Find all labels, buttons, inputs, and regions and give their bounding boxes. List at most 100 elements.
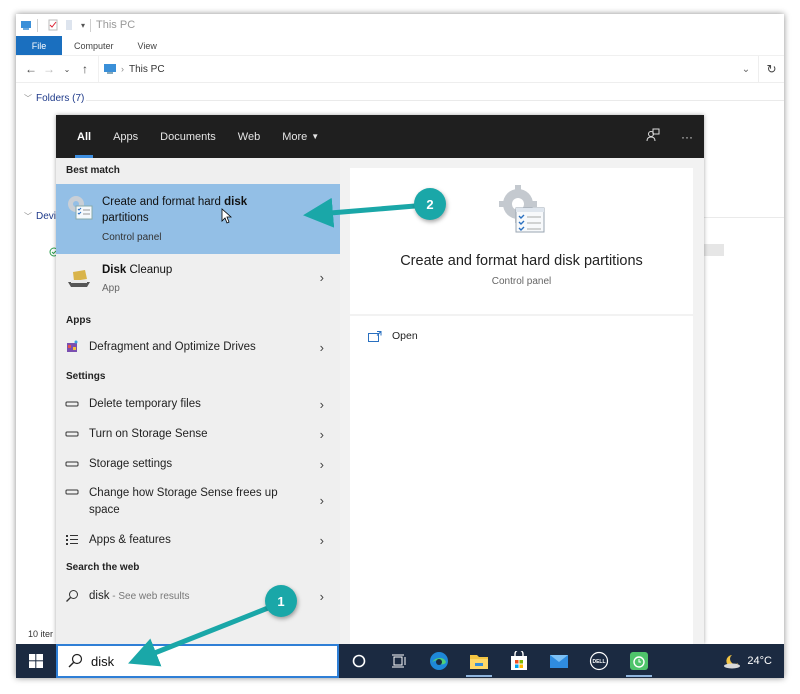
preview-title: Create and format hard disk partitions: [400, 253, 643, 269]
weather-moon-icon[interactable]: [723, 653, 741, 669]
search-filter-bar: All Apps Documents Web More ▼ ···: [56, 115, 704, 158]
feedback-icon[interactable]: [636, 128, 670, 145]
open-action[interactable]: Open: [368, 330, 418, 342]
group-header-folders[interactable]: ﹀ Folders (7): [24, 93, 84, 104]
title-text: partitions: [102, 212, 149, 224]
result-label: Apps & features: [89, 534, 171, 546]
best-match-result[interactable]: Create and format hard disk partitions Co…: [56, 184, 340, 254]
group-header-devices[interactable]: ﹀ Devi: [24, 211, 56, 222]
microsoft-store-taskbar-icon[interactable]: [499, 644, 539, 678]
control-panel-gear-icon: [499, 185, 545, 233]
tab-more[interactable]: More ▼: [271, 115, 330, 158]
result-defragment[interactable]: Defragment and Optimize Drives ›: [56, 335, 340, 359]
ribbon-tab-file[interactable]: File: [16, 36, 62, 55]
this-pc-icon: [104, 63, 116, 74]
dell-taskbar-icon[interactable]: DELL: [579, 644, 619, 678]
taskbar: DELL 24°C: [16, 644, 784, 678]
edge-icon: [430, 652, 448, 670]
chevron-right-icon[interactable]: ›: [320, 397, 324, 412]
breadcrumb-separator-icon: ›: [121, 64, 124, 74]
web-hint: - See web results: [109, 591, 190, 602]
drive-usage-bar: [704, 244, 724, 256]
group-label: Devi: [36, 211, 57, 222]
tab-label: Web: [237, 130, 261, 143]
refresh-icon[interactable]: ↻: [758, 56, 784, 82]
result-apps-features[interactable]: Apps & features ›: [56, 528, 340, 552]
alarms-clock-taskbar-icon[interactable]: [619, 644, 659, 678]
tab-label: Apps: [113, 130, 139, 143]
chevron-right-icon[interactable]: ›: [320, 457, 324, 472]
result-label: Change how Storage Sense frees up space: [89, 487, 278, 516]
tab-web[interactable]: Web: [227, 115, 271, 158]
section-best-match: Best match: [66, 165, 120, 176]
tab-all[interactable]: All: [66, 115, 102, 158]
forward-arrow-icon[interactable]: →: [40, 62, 58, 76]
ribbon-tab-view[interactable]: View: [126, 36, 169, 55]
result-change-storage-sense[interactable]: Change how Storage Sense frees up space …: [56, 482, 340, 520]
breadcrumb-this-pc[interactable]: This PC: [129, 64, 165, 75]
search-results-list: Best match Create and format hard disk pa…: [56, 158, 340, 644]
back-arrow-icon[interactable]: ←: [22, 62, 40, 76]
search-icon: [66, 590, 78, 602]
edge-taskbar-icon[interactable]: [419, 644, 459, 678]
more-options-icon[interactable]: ···: [670, 130, 704, 144]
defragment-icon: [67, 340, 78, 352]
section-apps: Apps: [66, 315, 91, 326]
result-web-search[interactable]: disk - See web results ›: [56, 584, 340, 608]
folder-icon: [470, 655, 488, 669]
alarm-clock-icon: [630, 652, 648, 670]
chevron-right-icon[interactable]: ›: [320, 493, 324, 508]
storage-drive-icon: [65, 489, 79, 495]
web-query: disk: [89, 590, 110, 602]
title-highlight: Disk: [102, 264, 127, 276]
storage-drive-icon: [65, 461, 79, 467]
mail-taskbar-icon[interactable]: [539, 644, 579, 678]
tab-label: More: [282, 130, 308, 143]
tab-label: All: [77, 130, 92, 143]
mouse-cursor-icon: [221, 208, 232, 224]
address-dropdown-icon[interactable]: ⌄: [734, 64, 758, 75]
apps-list-icon: [66, 535, 78, 545]
customize-qat-icon[interactable]: ▾: [81, 21, 85, 30]
open-icon: [368, 330, 382, 342]
properties-icon[interactable]: [47, 19, 59, 31]
cortana-button[interactable]: [339, 644, 379, 678]
weather-temperature[interactable]: 24°C: [747, 655, 772, 667]
result-delete-temporary-files[interactable]: Delete temporary files ›: [56, 392, 340, 416]
callout-step-2: 2: [414, 188, 446, 220]
search-box[interactable]: [56, 644, 339, 678]
address-input[interactable]: › This PC: [98, 56, 734, 82]
ribbon-tab-computer[interactable]: Computer: [62, 36, 126, 55]
this-pc-icon: [21, 21, 31, 30]
recent-locations-icon[interactable]: ⌄: [58, 65, 76, 74]
result-disk-cleanup[interactable]: Disk Cleanup App ›: [56, 256, 340, 304]
chevron-down-icon: ﹀: [24, 94, 32, 103]
system-tray: 24°C: [723, 653, 772, 669]
chevron-right-icon[interactable]: ›: [320, 589, 324, 604]
search-input[interactable]: [91, 653, 291, 669]
result-label: Storage settings: [89, 458, 173, 470]
best-match-title: Create and format hard disk partitions: [102, 194, 277, 226]
windows-logo-icon: [29, 654, 43, 668]
chevron-right-icon[interactable]: ›: [320, 270, 324, 285]
desktop: ▾ This PC File Computer View ← → ⌄ ↑ › T…: [0, 0, 800, 694]
result-label: disk - See web results: [89, 590, 190, 602]
up-arrow-icon[interactable]: ↑: [76, 62, 94, 76]
tab-apps[interactable]: Apps: [102, 115, 149, 158]
chevron-right-icon[interactable]: ›: [320, 533, 324, 548]
start-button[interactable]: [16, 644, 56, 678]
result-storage-settings[interactable]: Storage settings ›: [56, 452, 340, 476]
chevron-right-icon[interactable]: ›: [320, 340, 324, 355]
tab-documents[interactable]: Documents: [149, 115, 227, 158]
address-bar: ← → ⌄ ↑ › This PC ⌄ ↻: [16, 56, 784, 83]
task-view-button[interactable]: [379, 644, 419, 678]
result-label: Delete temporary files: [89, 398, 201, 410]
search-icon: [68, 653, 83, 668]
chevron-right-icon[interactable]: ›: [320, 427, 324, 442]
new-folder-icon[interactable]: [63, 19, 75, 31]
file-explorer-taskbar-icon[interactable]: [459, 644, 499, 678]
result-turn-on-storage-sense[interactable]: Turn on Storage Sense ›: [56, 422, 340, 446]
store-icon: [511, 651, 527, 670]
divider: [90, 18, 92, 32]
preview-card: Create and format hard disk partitions C…: [350, 168, 693, 314]
